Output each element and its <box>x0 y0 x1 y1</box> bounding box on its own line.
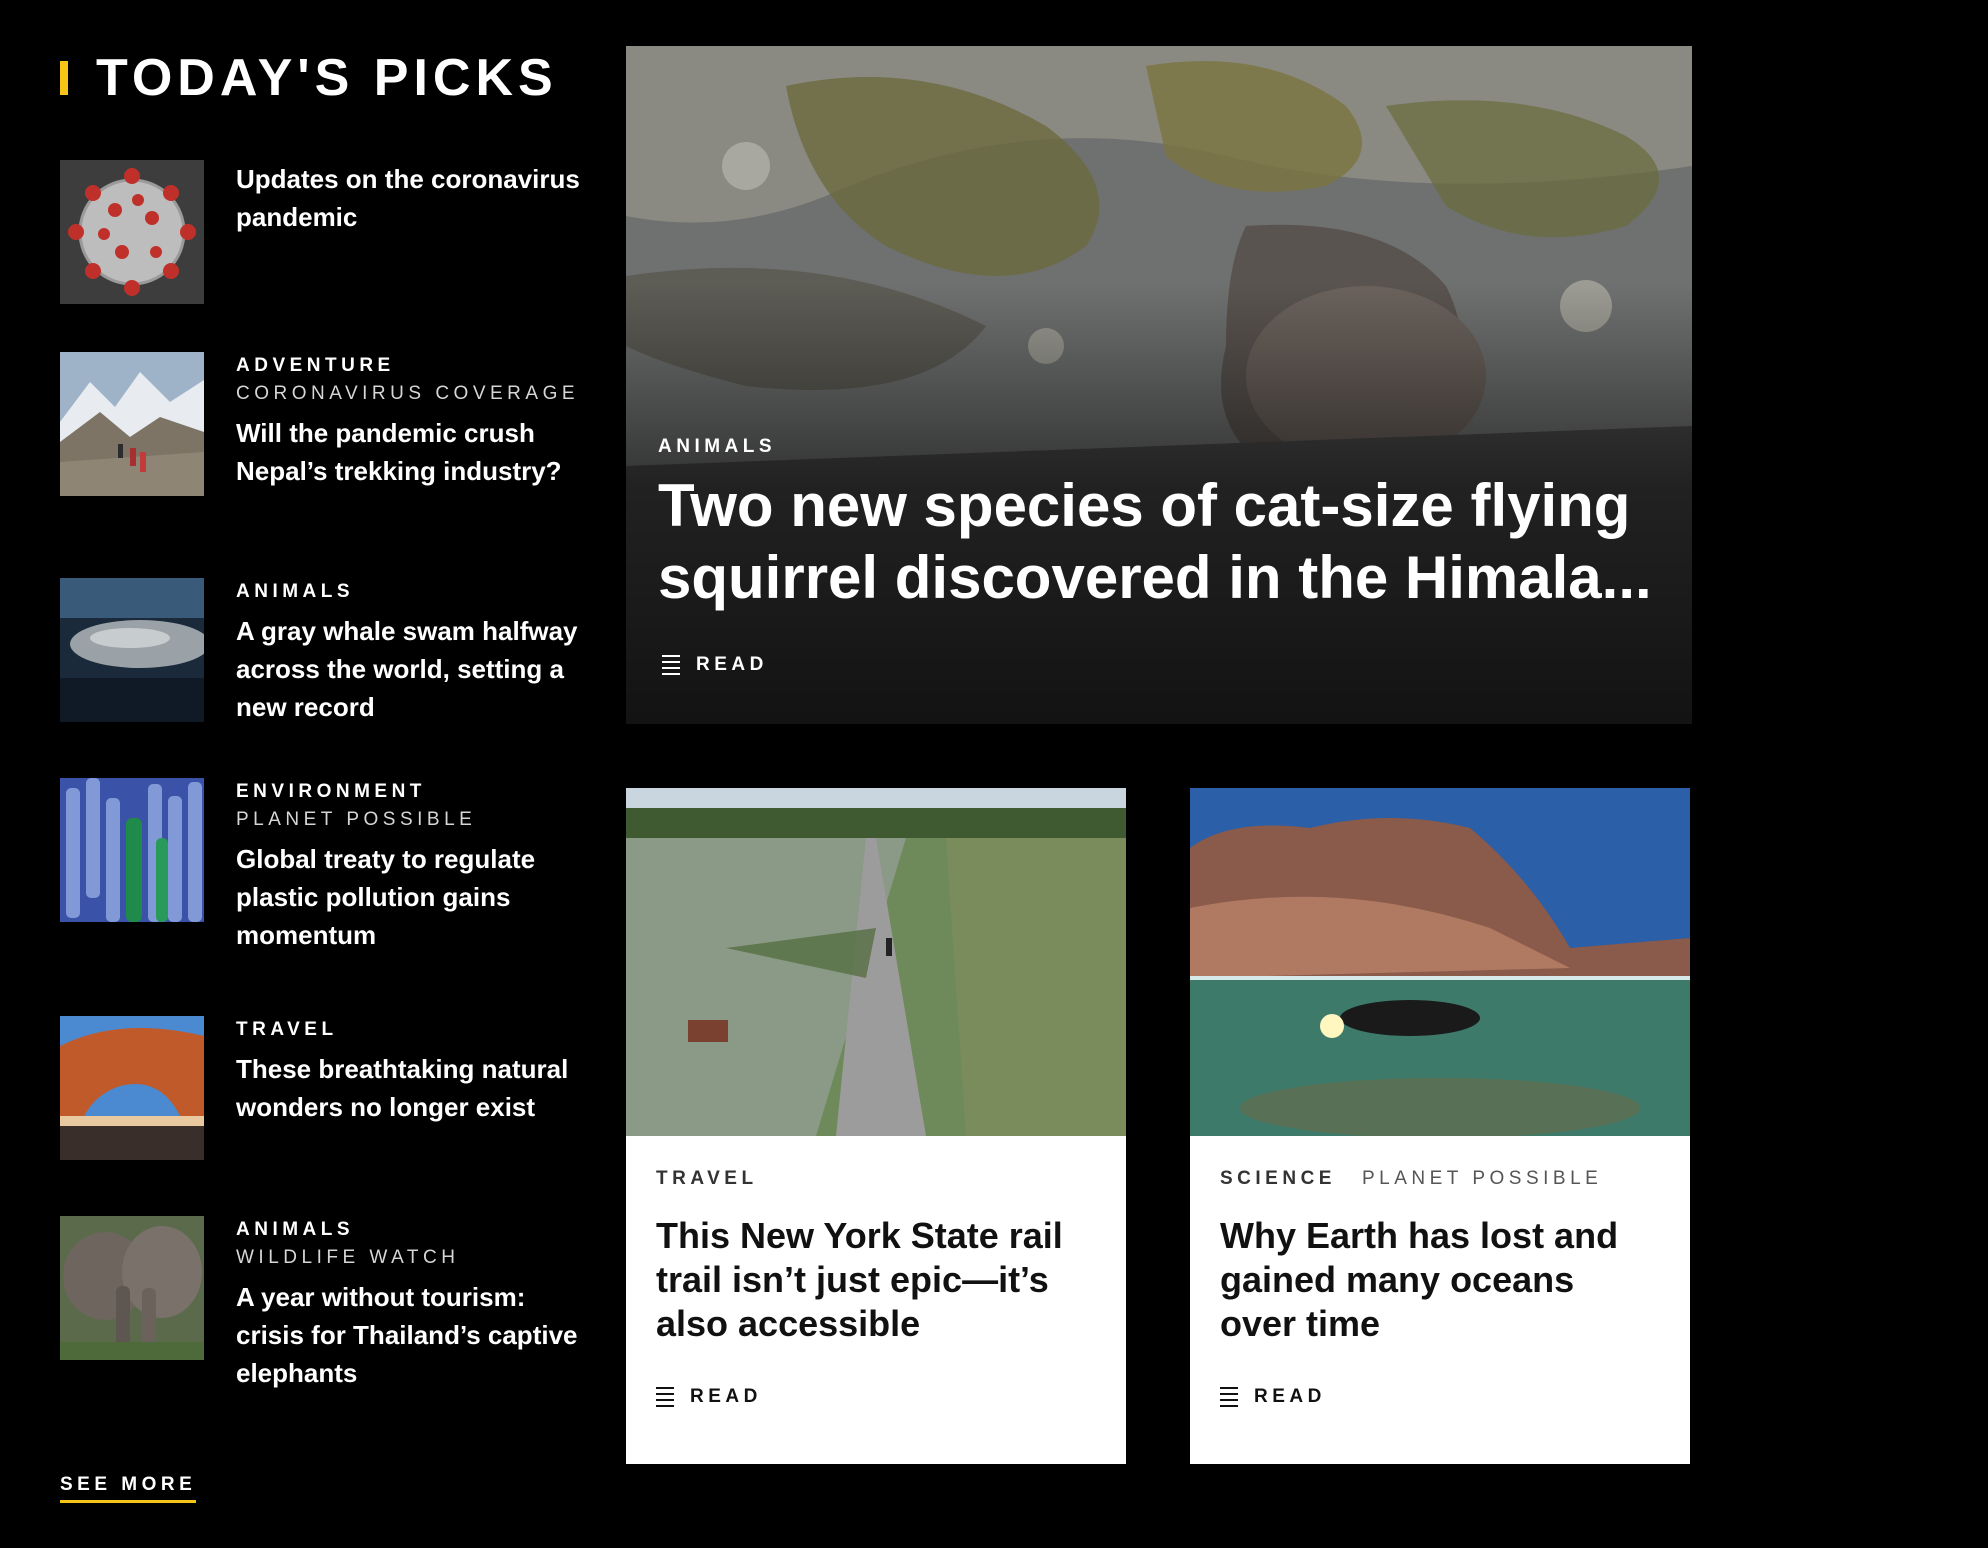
article-lines-icon <box>656 1387 674 1407</box>
pick-title[interactable]: Will the pandemic crush Nepal’s trekking… <box>236 414 580 490</box>
article-lines-icon <box>1220 1387 1238 1407</box>
todays-picks-header: TODAY'S PICKS <box>60 48 558 108</box>
pick-text: ADVENTURE CORONAVIRUS COVERAGE Will the … <box>236 352 580 496</box>
pick-subcategory[interactable]: WILDLIFE WATCH <box>236 1244 580 1272</box>
rail-trail-aerial-image <box>626 788 1126 1136</box>
pick-title[interactable]: A year without tourism: crisis for Thail… <box>236 1278 580 1392</box>
hero-category[interactable]: ANIMALS <box>658 436 776 458</box>
pick-text: TRAVEL These breathtaking natural wonder… <box>236 1016 580 1160</box>
hero-story[interactable]: ANIMALS Two new species of cat-size flyi… <box>626 46 1692 724</box>
elephants-thumbnail[interactable] <box>60 1216 204 1360</box>
rock-arch-thumbnail[interactable] <box>60 1016 204 1160</box>
hero-gradient-overlay <box>626 46 1692 724</box>
read-label: READ <box>1254 1386 1326 1407</box>
elephants-image <box>60 1216 204 1360</box>
card-body: TRAVEL This New York State rail trail is… <box>626 1136 1126 1374</box>
card-category[interactable]: SCIENCE <box>1220 1168 1336 1190</box>
card-body: SCIENCE PLANET POSSIBLE Why Earth has lo… <box>1190 1136 1690 1374</box>
pick-text: ANIMALS A gray whale swam halfway across… <box>236 578 580 726</box>
todays-picks-title: TODAY'S PICKS <box>96 49 558 107</box>
pick-item-thai-elephants[interactable]: ANIMALS WILDLIFE WATCH A year without to… <box>60 1216 580 1392</box>
pick-title[interactable]: Updates on the coronavirus pandemic <box>236 160 580 236</box>
pick-item-plastic-treaty[interactable]: ENVIRONMENT PLANET POSSIBLE Global treat… <box>60 778 580 954</box>
diver-under-cliff-image <box>1190 788 1690 1136</box>
hero-title[interactable]: Two new species of cat-size flying squir… <box>658 470 1658 614</box>
coronavirus-thumbnail[interactable] <box>60 160 204 304</box>
article-lines-icon <box>662 655 680 675</box>
pick-category[interactable]: TRAVEL <box>236 1016 580 1044</box>
pick-category[interactable]: ANIMALS <box>236 1216 580 1244</box>
pick-title[interactable]: Global treaty to regulate plastic pollut… <box>236 840 580 954</box>
pick-item-coronavirus[interactable]: Updates on the coronavirus pandemic <box>60 160 580 304</box>
see-more-link[interactable]: SEE MORE <box>60 1474 197 1503</box>
gray-whale-image <box>60 578 204 722</box>
rock-arch-image <box>60 1016 204 1160</box>
card-title[interactable]: This New York State rail trail isn’t jus… <box>656 1214 1096 1346</box>
rail-trail-image-container[interactable] <box>626 788 1126 1136</box>
card-read-button[interactable]: READ <box>656 1386 762 1408</box>
pick-text: ANIMALS WILDLIFE WATCH A year without to… <box>236 1216 580 1392</box>
pick-subcategory[interactable]: PLANET POSSIBLE <box>236 806 580 834</box>
card-subcategory[interactable]: PLANET POSSIBLE <box>1362 1168 1602 1190</box>
card-tags: TRAVEL <box>656 1168 1096 1190</box>
hero-read-button[interactable]: READ <box>662 654 768 676</box>
card-tags: SCIENCE PLANET POSSIBLE <box>1220 1168 1660 1190</box>
read-label: READ <box>696 654 768 675</box>
pick-category[interactable]: ANIMALS <box>236 578 580 606</box>
pick-text: ENVIRONMENT PLANET POSSIBLE Global treat… <box>236 778 580 954</box>
plastic-bottles-thumbnail[interactable] <box>60 778 204 922</box>
story-card-rail-trail[interactable]: TRAVEL This New York State rail trail is… <box>626 788 1126 1464</box>
mountain-trekkers-image <box>60 352 204 496</box>
pick-category[interactable]: ADVENTURE <box>236 352 580 380</box>
pick-item-natural-wonders[interactable]: TRAVEL These breathtaking natural wonder… <box>60 1016 580 1160</box>
plastic-bottles-image <box>60 778 204 922</box>
pick-title[interactable]: A gray whale swam halfway across the wor… <box>236 612 580 726</box>
gray-whale-thumbnail[interactable] <box>60 578 204 722</box>
read-label: READ <box>690 1386 762 1407</box>
card-title[interactable]: Why Earth has lost and gained many ocean… <box>1220 1214 1660 1346</box>
diver-image-container[interactable] <box>1190 788 1690 1136</box>
pick-item-nepal-trekking[interactable]: ADVENTURE CORONAVIRUS COVERAGE Will the … <box>60 352 580 496</box>
coronavirus-image <box>60 160 204 304</box>
pick-category[interactable]: ENVIRONMENT <box>236 778 580 806</box>
pick-title[interactable]: These breathtaking natural wonders no lo… <box>236 1050 580 1126</box>
card-category[interactable]: TRAVEL <box>656 1168 758 1190</box>
page: TODAY'S PICKS Updates on the coronavirus… <box>0 0 1988 1548</box>
pick-item-gray-whale[interactable]: ANIMALS A gray whale swam halfway across… <box>60 578 580 726</box>
accent-bar <box>60 61 68 95</box>
card-read-button[interactable]: READ <box>1220 1386 1326 1408</box>
mountain-trekkers-thumbnail[interactable] <box>60 352 204 496</box>
pick-subcategory[interactable]: CORONAVIRUS COVERAGE <box>236 380 580 408</box>
pick-text: Updates on the coronavirus pandemic <box>236 160 580 304</box>
story-card-oceans[interactable]: SCIENCE PLANET POSSIBLE Why Earth has lo… <box>1190 788 1690 1464</box>
